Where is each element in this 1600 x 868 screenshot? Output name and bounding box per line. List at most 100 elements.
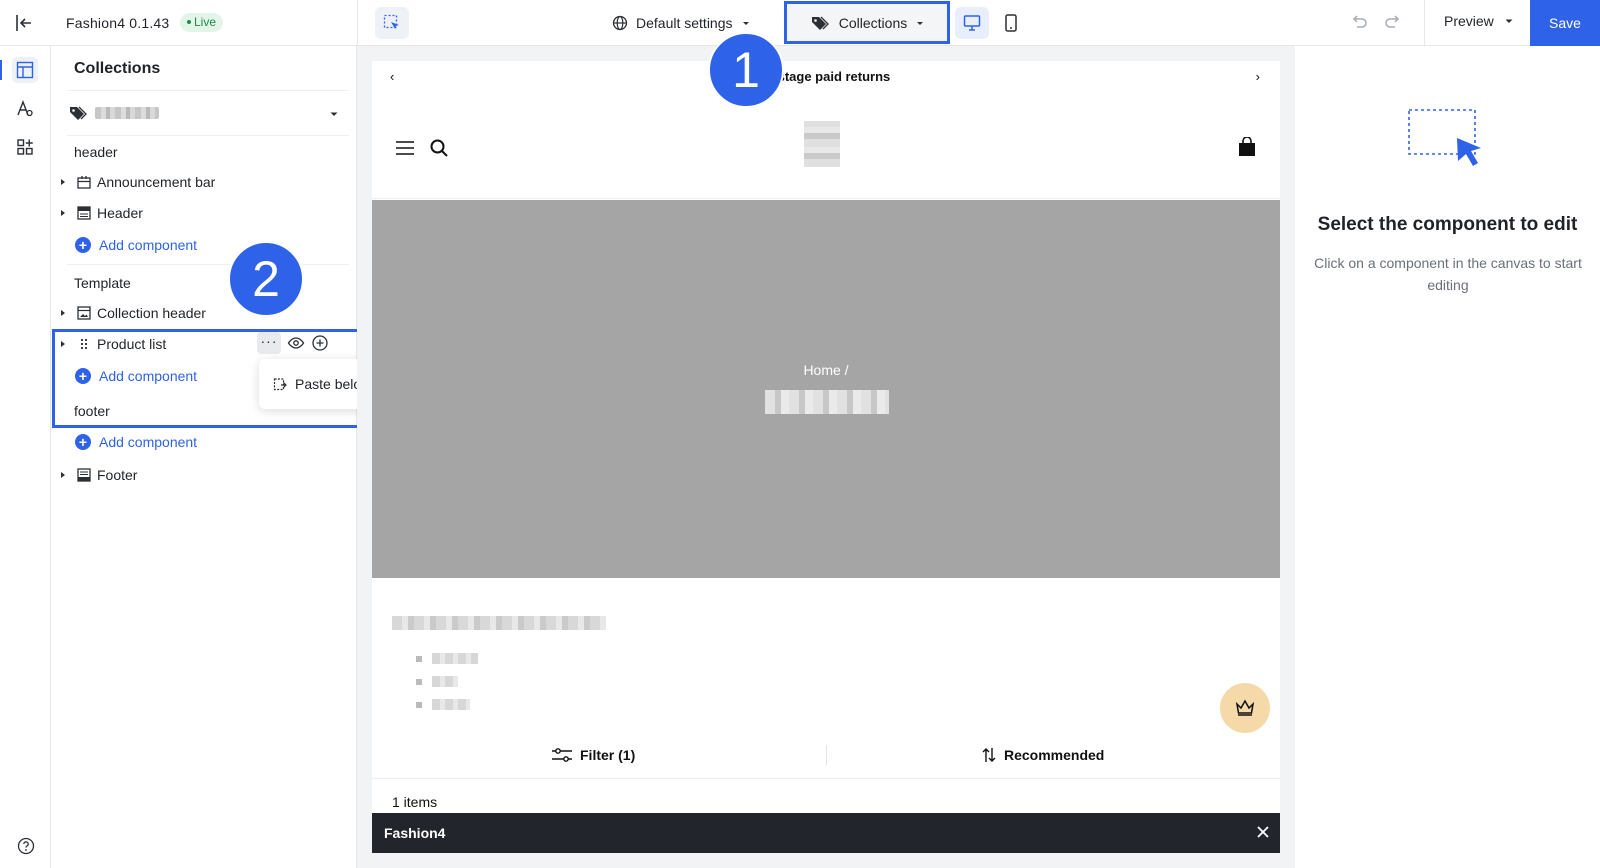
chevron-left-icon[interactable]: ‹ (390, 61, 394, 93)
preview-bar-title: Fashion4 (384, 825, 446, 841)
filter-sort-bar: Filter (1) Recommended (372, 731, 1280, 779)
list-text-redacted (432, 653, 478, 664)
tree-item-label: Collection header (97, 305, 206, 321)
tree-item-label: Header (97, 205, 143, 221)
breadcrumb[interactable]: Home / (372, 362, 1280, 378)
toolbar-divider (1424, 0, 1425, 46)
tags-icon (811, 16, 829, 30)
sort-label: Recommended (1004, 747, 1105, 763)
sections-nav-button[interactable] (12, 57, 38, 83)
add-circle-icon[interactable] (311, 334, 329, 352)
tree-item-header[interactable]: Header (51, 199, 357, 227)
list-text-redacted (432, 676, 458, 687)
paste-icon (273, 378, 287, 391)
tags-icon (70, 106, 87, 120)
caret-right-icon[interactable] (59, 471, 67, 479)
list-bullet (416, 679, 422, 685)
footer-section-icon (77, 468, 91, 482)
caret-right-icon[interactable] (59, 209, 67, 217)
annotation-step-2-badge: 2 (228, 241, 304, 317)
redo-icon[interactable] (1384, 13, 1402, 34)
filter-button[interactable]: Filter (1) (552, 747, 635, 763)
cart-bag-icon[interactable] (1238, 137, 1256, 157)
add-component-button-header[interactable]: + Add component (75, 235, 197, 255)
announcement-bar-preview[interactable]: ‹ postage paid returns › (372, 61, 1280, 93)
eye-icon[interactable] (287, 334, 305, 352)
filter-divider (826, 745, 827, 765)
mobile-icon (1005, 14, 1017, 32)
status-badge: Live (180, 13, 224, 32)
apps-nav-button[interactable] (12, 134, 38, 160)
chevron-right-icon[interactable]: › (1256, 61, 1260, 93)
page-selector-dropdown[interactable]: Collections (786, 3, 950, 43)
mobile-view-button[interactable] (994, 7, 1028, 39)
select-cursor-icon (383, 14, 399, 29)
tree-item-footer[interactable]: Footer (51, 461, 357, 489)
exit-editor-icon[interactable] (13, 12, 35, 34)
annotation-step-1-badge: 1 (708, 32, 784, 108)
plus-circle-icon: + (75, 434, 91, 450)
plus-circle-icon: + (75, 237, 91, 253)
list-text-redacted (432, 699, 470, 710)
tree-item-label: Footer (97, 467, 138, 483)
tree-item-product-list[interactable]: Product list ··· (51, 330, 357, 358)
panel-divider (67, 90, 349, 91)
preview-dropdown[interactable]: Preview (1444, 13, 1514, 29)
group-label-template: Template (74, 275, 131, 291)
theme-styles-button[interactable] (12, 96, 38, 122)
add-component-button-footer[interactable]: + Add component (75, 432, 197, 452)
select-element-button[interactable] (375, 7, 409, 39)
caret-right-icon[interactable] (59, 309, 67, 317)
drag-handle-icon[interactable] (77, 337, 91, 351)
close-icon[interactable] (1256, 825, 1270, 839)
loyalty-widget-button[interactable] (1220, 683, 1270, 733)
filter-label: Filter (1) (580, 747, 636, 763)
undo-icon[interactable] (1350, 13, 1368, 34)
tree-item-collection-header[interactable]: Collection header (51, 299, 357, 327)
crown-icon (1235, 699, 1255, 716)
filter-sliders-icon (552, 748, 572, 762)
globe-icon (612, 15, 628, 31)
default-settings-label: Default settings (636, 15, 733, 31)
group-label-footer: footer (74, 403, 110, 419)
desktop-icon (963, 15, 981, 31)
collection-header-preview[interactable]: Home / (372, 200, 1280, 578)
typography-icon (17, 100, 33, 117)
list-bullet (416, 656, 422, 662)
preview-bottom-bar: Fashion4 (372, 813, 1280, 853)
store-logo[interactable] (804, 121, 840, 167)
chevron-down-icon (1505, 19, 1513, 23)
list-bullet (416, 702, 422, 708)
store-preview-frame[interactable]: ‹ postage paid returns › Home / Filter (… (372, 61, 1280, 853)
panel-divider (67, 264, 349, 265)
layout-icon (16, 61, 34, 79)
app-title: Fashion4 0.1.43 (66, 15, 170, 31)
search-icon[interactable] (430, 139, 448, 157)
toolbar-divider (357, 0, 358, 46)
tree-item-label: Product list (97, 336, 167, 352)
chevron-down-icon (330, 112, 338, 116)
caret-right-icon[interactable] (59, 178, 67, 186)
inspector-subtitle: Click on a component in the canvas to st… (1314, 255, 1582, 293)
site-header-preview[interactable] (372, 99, 1280, 199)
help-icon[interactable] (17, 837, 35, 858)
default-settings-dropdown[interactable]: Default settings (612, 12, 751, 34)
apps-icon (17, 139, 33, 155)
desktop-view-button[interactable] (955, 7, 989, 39)
add-component-button-template[interactable]: + Add component (75, 366, 197, 386)
sort-arrows-icon (982, 748, 996, 762)
collection-picker-dropdown[interactable] (69, 101, 339, 125)
row-actions: ··· (257, 332, 329, 354)
tree-item-announcement-bar[interactable]: Announcement bar (51, 168, 357, 196)
menu-icon[interactable] (396, 141, 414, 155)
inspector-panel: Select the component to edit Click on a … (1295, 46, 1600, 868)
chevron-down-icon (917, 22, 924, 25)
rail-active-indicator (0, 60, 2, 80)
save-button[interactable]: Save (1530, 0, 1600, 46)
collection-description-redacted (392, 616, 606, 630)
status-badge-label: Live (194, 15, 217, 29)
caret-right-icon[interactable] (59, 340, 67, 348)
collection-title-redacted (765, 390, 889, 414)
more-actions-button[interactable]: ··· (257, 332, 281, 354)
sort-button[interactable]: Recommended (982, 747, 1104, 763)
